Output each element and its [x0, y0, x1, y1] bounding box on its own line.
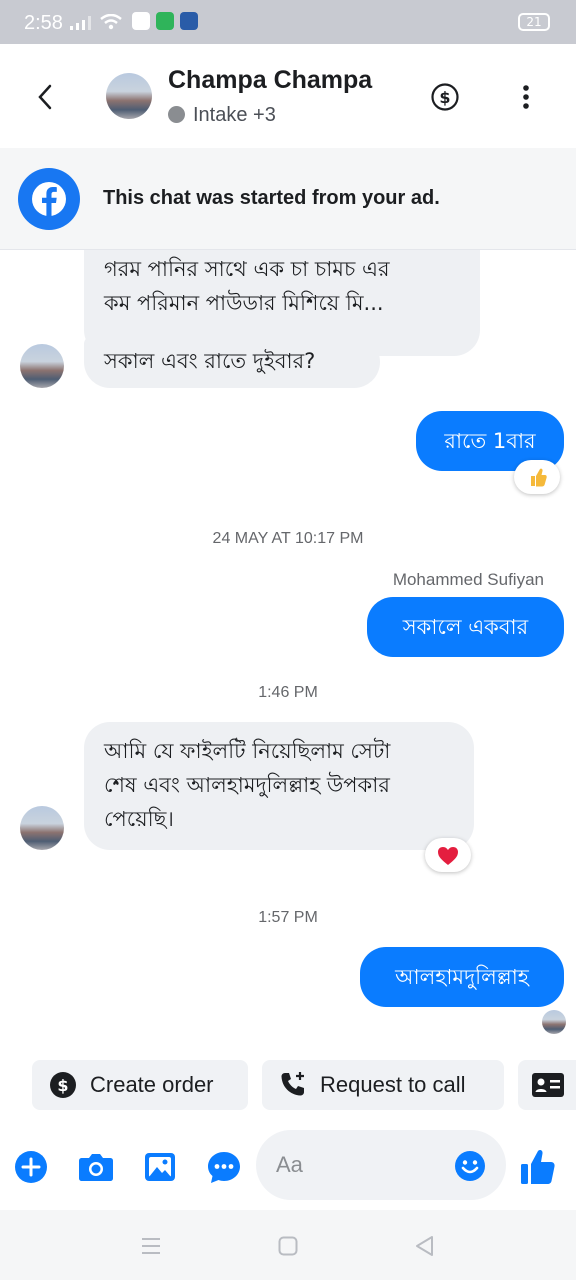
- message-text-line: পেয়েছি।: [104, 807, 174, 831]
- timestamp: 1:57 PM: [258, 909, 318, 926]
- incoming-message[interactable]: আমি যে ফাইলটি নিয়েছিলাম সেটা শেষ এবং আল…: [84, 722, 474, 850]
- wifi-icon: [100, 14, 122, 30]
- message-text-line: শেষ এবং আলহামদুলিল্লাহ উপকার: [104, 773, 390, 797]
- vpn-shield-icon: [156, 12, 174, 30]
- phone-add-icon: [281, 1072, 304, 1096]
- contact-subtitle[interactable]: Intake +3: [168, 104, 276, 127]
- recent-apps-icon[interactable]: [140, 1236, 162, 1256]
- svg-text:$: $: [439, 88, 450, 107]
- request-to-call-button[interactable]: Request to call: [262, 1060, 504, 1110]
- contact-labels: Intake +3: [193, 104, 276, 126]
- contact-name[interactable]: Champa Champa: [168, 66, 372, 95]
- message-composer: Aa: [0, 1128, 576, 1206]
- thumbs-up-send-icon[interactable]: [520, 1148, 556, 1186]
- messenger-apps-icon[interactable]: [206, 1150, 242, 1184]
- seen-receipt-avatar: [542, 1010, 566, 1034]
- svg-text:$: $: [57, 1076, 68, 1095]
- more-options-icon[interactable]: [522, 84, 530, 110]
- message-text-line: আমি যে ফাইলটি নিয়েছিলাম সেটা: [104, 739, 391, 763]
- home-icon[interactable]: [278, 1236, 298, 1256]
- contact-card-icon: [532, 1073, 564, 1097]
- facebook-logo-icon: [18, 168, 80, 230]
- timestamp: 24 MAY AT 10:17 PM: [212, 530, 364, 547]
- message-text-line: গরম পানির সাথে এক চা চামচ এর: [104, 257, 390, 281]
- message-list[interactable]: গরম পানির সাথে এক চা চামচ এর কম পরিমান প…: [0, 250, 576, 1050]
- battery-icon: 21: [518, 13, 550, 31]
- sender-name: Mohammed Sufiyan: [392, 570, 544, 589]
- reaction-badge[interactable]: [425, 838, 471, 872]
- message-text-line: কম পরিমান পাউডার মিশিয়ে মি...: [104, 291, 384, 315]
- status-time: 2:58: [24, 12, 63, 34]
- outgoing-message[interactable]: আলহামদুলিল্লাহ: [360, 947, 564, 1007]
- camera-icon[interactable]: [78, 1152, 114, 1182]
- data-transfer-icon: [180, 12, 198, 30]
- status-bar: 2:58 21: [0, 0, 576, 44]
- system-navigation-bar: [0, 1210, 576, 1280]
- contact-avatar[interactable]: [106, 73, 152, 119]
- chat-header: Champa Champa Intake +3 $: [0, 44, 576, 148]
- timestamp: 1:46 PM: [258, 684, 318, 701]
- ad-origin-banner: This chat was started from your ad.: [0, 148, 576, 250]
- message-text: আলহামদুলিল্লাহ: [395, 965, 529, 989]
- thumbs-up-reaction-icon: [531, 468, 547, 487]
- heart-reaction-icon: [438, 847, 458, 865]
- message-text: রাতে 1বার: [444, 429, 536, 453]
- create-order-button[interactable]: $ Create order: [32, 1060, 248, 1110]
- message-input[interactable]: Aa: [256, 1130, 506, 1200]
- request-to-call-label: Request to call: [320, 1072, 466, 1097]
- gallery-image-icon[interactable]: [144, 1152, 176, 1182]
- contact-card-button[interactable]: [518, 1060, 576, 1110]
- outgoing-message[interactable]: সকালে একবার: [367, 597, 564, 657]
- reaction-badge[interactable]: [514, 460, 560, 494]
- dollar-circle-icon: $: [50, 1072, 76, 1098]
- emoji-icon[interactable]: [454, 1150, 486, 1182]
- create-order-label: Create order: [90, 1072, 214, 1097]
- contact-avatar-small[interactable]: [20, 806, 64, 850]
- contact-avatar-small[interactable]: [20, 344, 64, 388]
- plus-circle-icon[interactable]: [14, 1150, 48, 1184]
- message-input-placeholder: Aa: [276, 1152, 303, 1177]
- label-dot-icon: [168, 106, 185, 123]
- back-nav-icon[interactable]: [414, 1235, 434, 1257]
- signal-icon: [70, 16, 91, 30]
- message-text: সকালে একবার: [402, 615, 529, 639]
- app-notification-icon: [132, 12, 150, 30]
- ad-origin-text: This chat was started from your ad.: [103, 187, 440, 209]
- dollar-circle-icon[interactable]: $: [431, 83, 459, 111]
- back-arrow-icon[interactable]: [36, 84, 56, 110]
- incoming-message[interactable]: সকাল এবং রাতে দুইবার?: [84, 336, 380, 388]
- message-text: সকাল এবং রাতে দুইবার?: [104, 349, 316, 373]
